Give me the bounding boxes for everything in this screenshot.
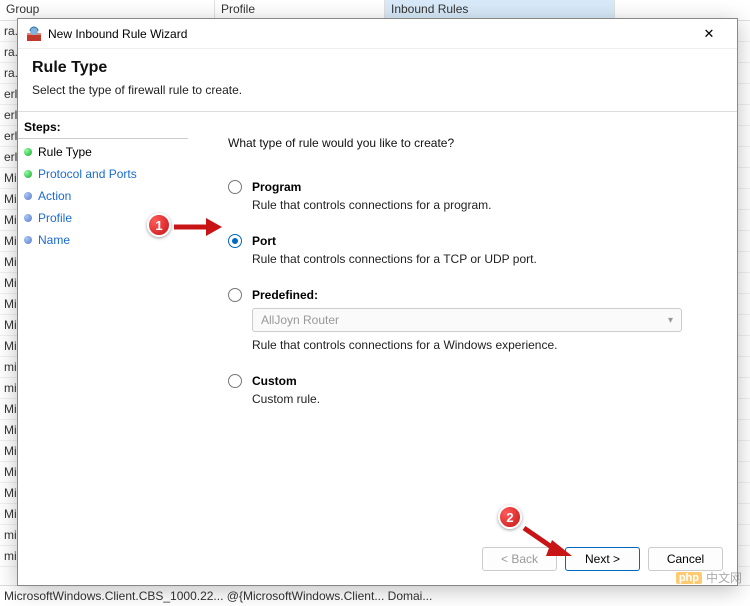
close-button[interactable]: ✕ [689, 20, 729, 48]
steps-heading: Steps: [18, 118, 188, 139]
wizard-dialog: New Inbound Rule Wizard ✕ Rule Type Sele… [17, 18, 738, 586]
option-port: Port Rule that controls connections for … [228, 234, 717, 266]
predefined-select[interactable]: AllJoyn Router ▾ [252, 308, 682, 332]
watermark-text: 中文网 [706, 569, 742, 586]
next-button[interactable]: Next > [565, 547, 640, 571]
col-group[interactable]: Group [0, 0, 215, 20]
predefined-value: AllJoyn Router [261, 313, 339, 327]
radio-port-label[interactable]: Port [252, 234, 276, 248]
bullet-icon [24, 148, 32, 156]
step-action[interactable]: Action [18, 185, 188, 207]
radio-program-label[interactable]: Program [252, 180, 301, 194]
content-panel: What type of rule would you like to crea… [188, 112, 737, 585]
option-program: Program Rule that controls connections f… [228, 180, 717, 212]
radio-custom-desc: Custom rule. [252, 392, 717, 406]
wizard-buttons: < Back Next > Cancel [482, 547, 723, 571]
page-subtitle: Select the type of firewall rule to crea… [32, 83, 723, 97]
radio-custom-label[interactable]: Custom [252, 374, 297, 388]
option-custom: Custom Custom rule. [228, 374, 717, 406]
radio-custom[interactable] [228, 374, 242, 388]
watermark: php 中文网 [676, 569, 742, 586]
watermark-logo: php [676, 572, 702, 584]
radio-port-desc: Rule that controls connections for a TCP… [252, 252, 717, 266]
chevron-down-icon: ▾ [668, 315, 673, 326]
col-profile[interactable]: Profile [215, 0, 385, 20]
bullet-icon [24, 192, 32, 200]
radio-port[interactable] [228, 234, 242, 248]
option-predefined: Predefined: AllJoyn Router ▾ Rule that c… [228, 288, 717, 352]
annotation-badge-2: 2 [498, 505, 522, 529]
step-label: Action [38, 189, 71, 203]
radio-program[interactable] [228, 180, 242, 194]
step-rule-type[interactable]: Rule Type [18, 141, 188, 163]
rule-type-options: Program Rule that controls connections f… [228, 180, 717, 406]
firewall-icon [26, 26, 42, 42]
prompt-text: What type of rule would you like to crea… [228, 136, 717, 150]
cancel-button[interactable]: Cancel [648, 547, 723, 571]
radio-predefined-desc: Rule that controls connections for a Win… [252, 338, 717, 352]
page-title: Rule Type [32, 59, 723, 77]
step-label: Name [38, 233, 70, 247]
wizard-header: Rule Type Select the type of firewall ru… [18, 49, 737, 112]
dialog-title: New Inbound Rule Wizard [48, 27, 689, 41]
step-label: Rule Type [38, 145, 92, 159]
steps-panel: Steps: Rule Type Protocol and Ports Acti… [18, 112, 188, 585]
annotation-badge-1: 1 [147, 213, 171, 237]
bullet-icon [24, 170, 32, 178]
radio-program-desc: Rule that controls connections for a pro… [252, 198, 717, 212]
step-label: Protocol and Ports [38, 167, 137, 181]
col-inbound[interactable]: Inbound Rules [385, 0, 615, 20]
titlebar: New Inbound Rule Wizard ✕ [18, 19, 737, 49]
step-label: Profile [38, 211, 72, 225]
annotation-arrow-2 [520, 524, 576, 564]
annotation-arrow-1 [172, 216, 222, 238]
radio-predefined-label[interactable]: Predefined: [252, 288, 318, 302]
radio-predefined[interactable] [228, 288, 242, 302]
background-footer: MicrosoftWindows.Client.CBS_1000.22... @… [0, 585, 750, 606]
step-protocol-ports[interactable]: Protocol and Ports [18, 163, 188, 185]
bullet-icon [24, 236, 32, 244]
bullet-icon [24, 214, 32, 222]
